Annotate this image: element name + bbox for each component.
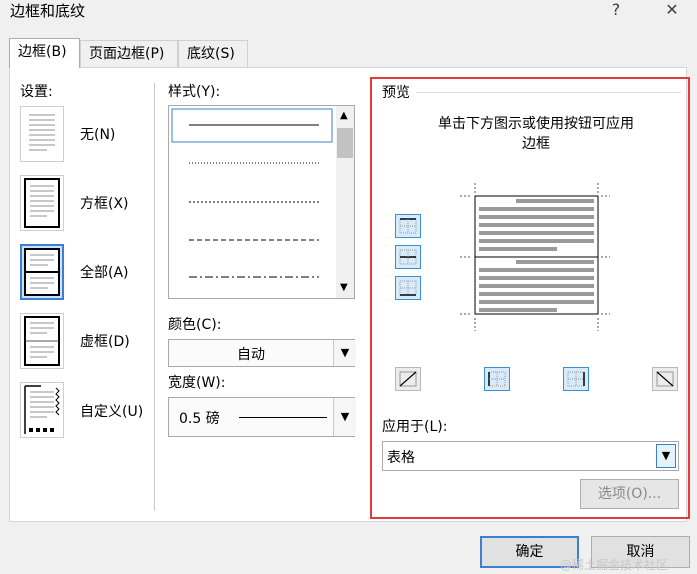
none-border-icon[interactable] bbox=[20, 106, 64, 162]
setting-all-label[interactable]: 全部(A) bbox=[80, 264, 129, 282]
diagonal-down-toggle[interactable] bbox=[395, 367, 421, 391]
style-scrollbar[interactable]: ▲ ▼ bbox=[336, 106, 354, 298]
chevron-down-icon[interactable]: ▼ bbox=[333, 398, 356, 436]
tab-borders[interactable]: 边框(B) bbox=[9, 38, 80, 68]
top-border-icon bbox=[399, 218, 417, 234]
setting-grid-label[interactable]: 虚框(D) bbox=[80, 333, 130, 351]
chevron-down-icon[interactable]: ▼ bbox=[656, 444, 676, 468]
right-border-toggle[interactable] bbox=[563, 367, 589, 391]
inside-horizontal-toggle[interactable] bbox=[395, 245, 421, 269]
none-border-icon-graphic bbox=[29, 114, 55, 151]
bottom-border-toggle[interactable] bbox=[395, 276, 421, 300]
settings-heading: 设置: bbox=[20, 84, 53, 100]
grid-border-icon[interactable] bbox=[20, 313, 64, 369]
style-heading: 样式(Y): bbox=[168, 84, 221, 100]
setting-box-label[interactable]: 方框(X) bbox=[80, 195, 129, 213]
box-border-icon[interactable] bbox=[20, 175, 64, 231]
column-separator bbox=[154, 83, 155, 511]
watermark: @稀土掘金技术社区 bbox=[560, 558, 669, 572]
diagonal-up-toggle[interactable] bbox=[652, 367, 678, 391]
all-borders-icon[interactable] bbox=[20, 244, 64, 300]
left-border-toggle[interactable] bbox=[484, 367, 510, 391]
style-listbox[interactable]: ▲ ▼ bbox=[168, 105, 355, 299]
setting-none-label[interactable]: 无(N) bbox=[80, 126, 115, 144]
preview-diagram[interactable] bbox=[460, 183, 610, 333]
apply-value: 表格 bbox=[387, 450, 415, 466]
color-value: 自动 bbox=[237, 347, 265, 363]
apply-dropdown[interactable]: 表格 ▼ bbox=[382, 441, 679, 471]
left-border-icon bbox=[488, 371, 506, 387]
color-dropdown[interactable]: 自动 ▼ bbox=[168, 339, 356, 367]
preview-heading: 预览 bbox=[382, 85, 410, 101]
chevron-down-icon[interactable]: ▼ bbox=[333, 340, 356, 366]
style-options-graphic bbox=[171, 108, 333, 278]
close-button[interactable]: ✕ bbox=[660, 0, 684, 19]
right-border-icon bbox=[567, 371, 585, 387]
options-button[interactable]: 选项(O)... bbox=[580, 479, 679, 509]
apply-heading: 应用于(L): bbox=[382, 419, 448, 435]
width-value: 0.5 磅 bbox=[179, 411, 220, 427]
bottom-border-icon bbox=[399, 280, 417, 296]
width-dropdown[interactable]: 0.5 磅 ▼ bbox=[168, 397, 356, 437]
top-border-toggle[interactable] bbox=[395, 214, 421, 238]
preview-hint-line1: 单击下方图示或使用按钮可应用 bbox=[438, 116, 634, 132]
custom-border-icon-graphic bbox=[24, 385, 60, 434]
tab-page-border[interactable]: 页面边框(P) bbox=[80, 40, 178, 67]
setting-custom-label[interactable]: 自定义(U) bbox=[80, 403, 143, 421]
scroll-down-icon[interactable]: ▼ bbox=[340, 282, 348, 293]
width-heading: 宽度(W): bbox=[168, 375, 226, 391]
all-borders-icon-graphic bbox=[24, 248, 60, 296]
dialog-title: 边框和底纹 bbox=[10, 2, 86, 20]
custom-border-icon[interactable] bbox=[20, 382, 64, 438]
help-button[interactable]: ? bbox=[604, 0, 628, 19]
inside-horizontal-border-icon bbox=[399, 249, 417, 265]
preview-heading-rule bbox=[416, 92, 681, 93]
width-line-sample bbox=[239, 417, 327, 418]
color-heading: 颜色(C): bbox=[168, 317, 222, 333]
preview-hint-line2: 边框 bbox=[522, 136, 550, 152]
diagonal-up-icon bbox=[399, 371, 417, 387]
grid-border-icon-graphic bbox=[24, 316, 60, 366]
tab-shading[interactable]: 底纹(S) bbox=[178, 40, 248, 67]
box-border-icon-graphic bbox=[24, 178, 60, 228]
diagonal-down-icon bbox=[656, 371, 674, 387]
scroll-thumb[interactable] bbox=[337, 128, 353, 158]
scroll-up-icon[interactable]: ▲ bbox=[340, 110, 348, 121]
